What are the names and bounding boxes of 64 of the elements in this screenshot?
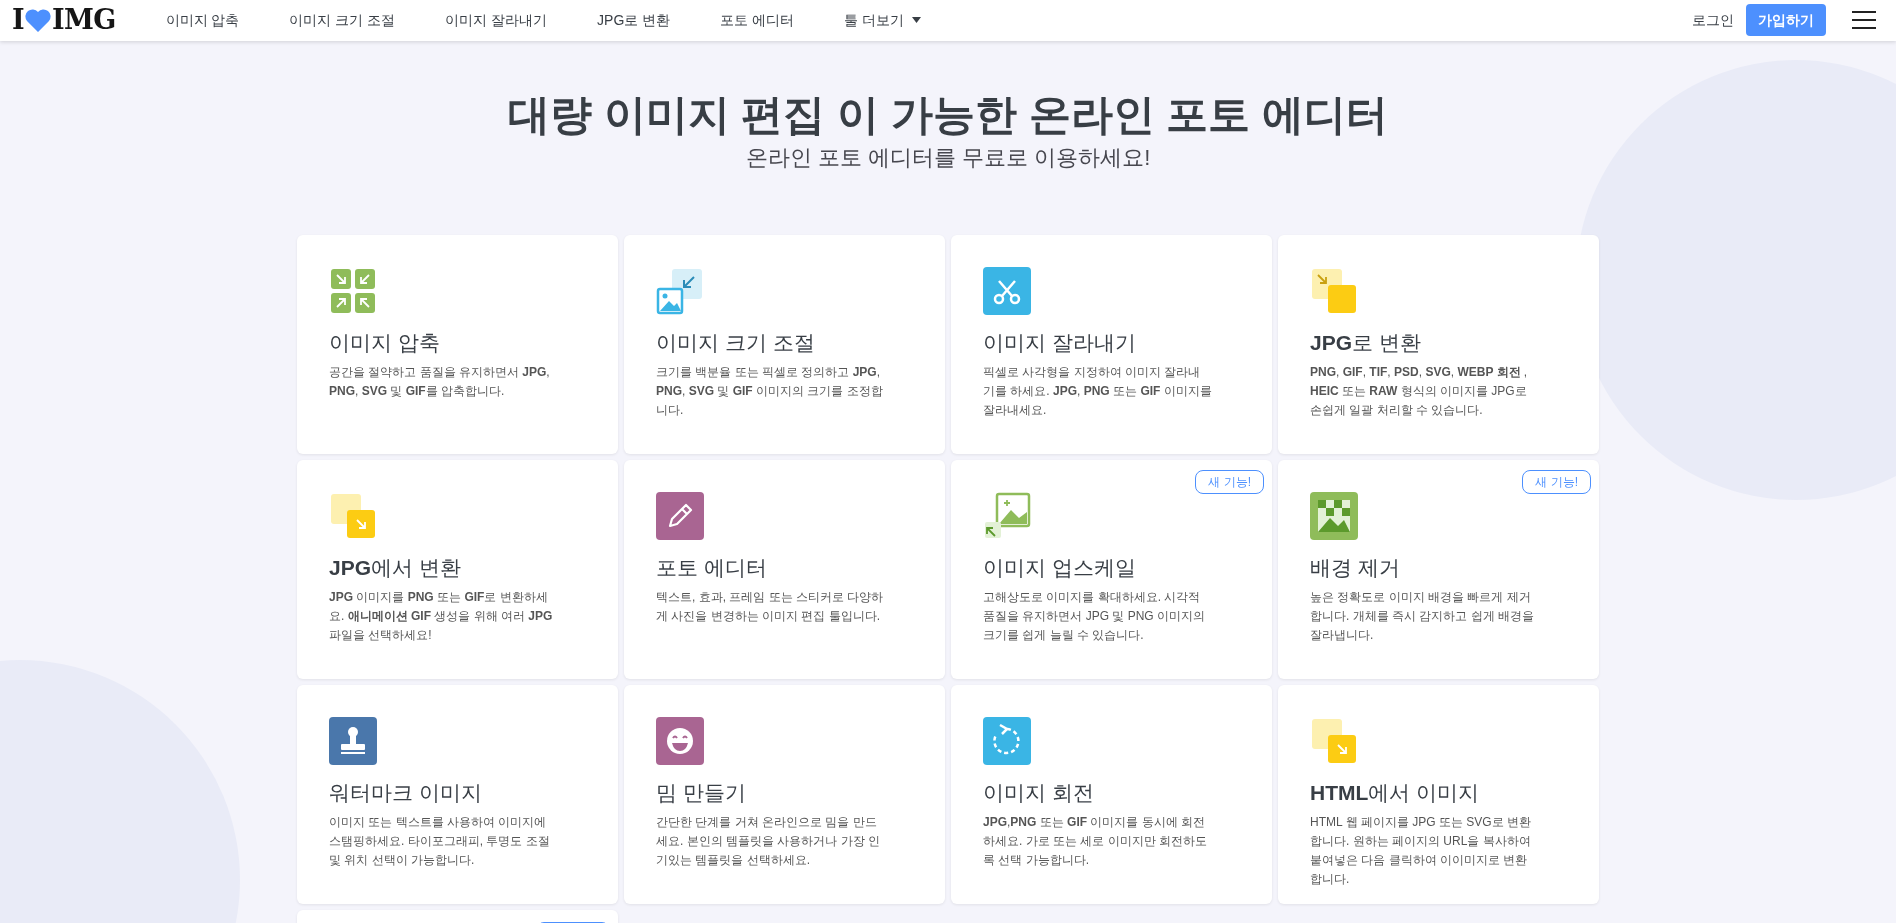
tool-card[interactable]: 새 기능! 이미지 업스케일 고해상도로 이미지를 확대하세요. 시각적 품질을 유지하면서 JPG 및 PNG 이미지의 크기를 쉽게 늘릴 수 있습니다. xyxy=(951,459,1272,679)
card-title: 밈 만들기 xyxy=(656,779,747,806)
card-title: HTML에서 이미지 xyxy=(1310,779,1481,806)
nav-link[interactable]: 툴 더보기 xyxy=(819,9,946,31)
card-description: JPG,PNG 또는 GIF 이미지를 동시에 회전하세요. 가로 또는 세로 이미지만 회전하도록 선택 가능합니다. xyxy=(983,813,1208,869)
card-description: JPG 이미지를 PNG 또는 GIF로 변환하세요. 애니메이션 GIF 생성을 위해 여러 JPG 파일을 선택하세요! xyxy=(329,588,554,644)
nav-link[interactable]: 이미지 압축 xyxy=(140,9,265,31)
card-title: JPG에서 변환 xyxy=(329,554,462,581)
new-badge: 새 기능! xyxy=(1522,469,1591,494)
card-description: 고해상도로 이미지를 확대하세요. 시각적 품질을 유지하면서 JPG 및 PNG 이미지의 크기를 쉽게 늘릴 수 있습니다. xyxy=(983,588,1206,644)
heart-icon xyxy=(23,7,52,34)
card-description: 픽셀로 사각형을 지정하여 이미지 잘라내기를 하세요. JPG, PNG 또는 GIF 이미지를 잘라내세요. xyxy=(983,363,1212,419)
page-subtitle: 온라인 포토 에디터를 무료로 이용하세요! xyxy=(745,143,1151,172)
card-title: 이미지 크기 조절 xyxy=(656,329,816,356)
logo-text: IMG xyxy=(51,3,116,37)
tool-card[interactable]: 이미지 크기 조절 크기를 백분율 또는 픽셀로 정의하고 JPG, PNG, SVG 및 GIF 이미지의 크기를 조정합니다. xyxy=(624,234,945,454)
card-title: 배경 제거 xyxy=(1310,554,1401,581)
tool-card[interactable]: JPG에서 변환 JPG 이미지를 PNG 또는 GIF로 변환하세요. 애니메이션 GIF 생성을 위해 여러 JPG 파일을 선택하세요! xyxy=(297,459,618,679)
card-title: 워터마크 이미지 xyxy=(329,779,483,806)
page-title: 대량 이미지 편집 이 가능한 온라인 포토 에디터 xyxy=(508,89,1388,140)
tool-card[interactable]: 이미지 잘라내기 픽셀로 사각형을 지정하여 이미지 잘라내기를 하세요. JPG, PNG 또는 GIF 이미지를 잘라내세요. xyxy=(951,234,1272,454)
tool-card[interactable]: JPG로 변환 PNG, GIF, TIF, PSD, SVG, WEBP 회전 , HEIC 또는 RAW 형식의 이미지를 JPG로 손쉽게 일괄 처리할 수 있습니다. xyxy=(1278,234,1599,454)
scissors-icon xyxy=(983,266,1031,315)
rotate-icon xyxy=(983,716,1031,765)
image-upscale-icon xyxy=(983,491,1031,540)
card-description: HTML 웹 페이지를 JPG 또는 SVG로 변환합니다. 원하는 페이지의 URL을 복사하여 붙여넣은 다음 클릭하여 이이미지로 변환합니다. xyxy=(1310,813,1532,888)
nav-link[interactable]: 이미지 크기 조절 xyxy=(264,9,421,31)
card-description: 이미지 또는 텍스트를 사용하여 이미지에 스탬핑하세요. 타이포그래피, 투명도 조절 및 위치 선택이 가능합니다. xyxy=(329,813,551,869)
tool-card[interactable]: 밈 만들기 간단한 단계를 거쳐 온라인으로 밈을 만드세요. 본인의 템플릿을 사용하거나 가장 인기있는 템플릿을 선택하세요. xyxy=(624,684,945,904)
logo[interactable]: I IMG xyxy=(12,0,116,41)
tool-card[interactable]: 포토 에디터 텍스트, 효과, 프레임 또는 스티커로 다양하게 사진을 변경하는 이미지 편집 툴입니다. xyxy=(624,459,945,679)
compress-arrows-icon xyxy=(329,266,377,315)
nav-link[interactable]: JPG로 변환 xyxy=(572,9,696,31)
image-background-remove-icon xyxy=(1310,491,1358,540)
login-link[interactable]: 로그인 xyxy=(1692,9,1734,31)
html-convert-icon xyxy=(1310,716,1358,765)
tool-card[interactable]: 이미지 회전 JPG,PNG 또는 GIF 이미지를 동시에 회전하세요. 가로 또는 세로 이미지만 회전하도록 선택 가능합니다. xyxy=(951,684,1272,904)
card-title: 이미지 잘라내기 xyxy=(983,329,1137,356)
card-title: 이미지 압축 xyxy=(329,329,441,356)
new-badge: 새 기능! xyxy=(1195,469,1264,494)
card-description: 크기를 백분율 또는 픽셀로 정의하고 JPG, PNG, SVG 및 GIF 이미지의 크기를 조정합니다. xyxy=(656,363,884,419)
jpg-convert-icon xyxy=(1310,266,1358,315)
card-description: 높은 정확도로 이미지 배경을 빠르게 제거합니다. 개체를 즉시 감지하고 쉽게 배경을 잘라냅니다. xyxy=(1310,588,1535,644)
jpg-convert-icon xyxy=(329,491,377,540)
card-title: JPG로 변환 xyxy=(1310,329,1422,356)
tool-card[interactable]: HTML에서 이미지 HTML 웹 페이지를 JPG 또는 SVG로 변환합니다. 원하는 페이지의 URL을 복사하여 붙여넣은 다음 클릭하여 이이미지로 변환합니다. xyxy=(1278,684,1599,904)
card-description: PNG, GIF, TIF, PSD, SVG, WEBP 회전 , HEIC 또는 RAW 형식의 이미지를 JPG로 손쉽게 일괄 처리할 수 있습니다. xyxy=(1310,363,1529,419)
card-description: 간단한 단계를 거쳐 온라인으로 밈을 만드세요. 본인의 템플릿을 사용하거나 가장 인기있는 템플릿을 선택하세요. xyxy=(656,813,881,869)
card-description: 공간을 절약하고 품질을 유지하면서 JPG, PNG, SVG 및 GIF를 압축합니다. xyxy=(329,363,551,400)
tool-card[interactable]: 새 기능! 배경 제거 높은 정확도로 이미지 배경을 빠르게 제거합니다. 개체를 즉시 감지하고 쉽게 배경을 잘라냅니다. xyxy=(1278,459,1599,679)
tool-card[interactable]: 이미지 압축 공간을 절약하고 품질을 유지하면서 JPG, PNG, SVG 및 GIF를 압축합니다. xyxy=(297,234,618,454)
image-resize-icon xyxy=(656,266,704,315)
tool-card[interactable]: 워터마크 이미지 이미지 또는 텍스트를 사용하여 이미지에 스탬핑하세요. 타이포그래피, 투명도 조절 및 위치 선택이 가능합니다. xyxy=(297,684,618,904)
card-description: 텍스트, 효과, 프레임 또는 스티커로 다양하게 사진을 변경하는 이미지 편집 툴입니다. xyxy=(656,588,885,625)
stamp-icon xyxy=(329,716,377,765)
card-title: 포토 에디터 xyxy=(656,554,768,581)
card-title: 이미지 회전 xyxy=(983,779,1095,806)
smiley-icon xyxy=(656,716,704,765)
nav-link[interactable]: 이미지 잘라내기 xyxy=(420,9,573,31)
card-title: 이미지 업스케일 xyxy=(983,554,1137,581)
menu-icon[interactable] xyxy=(1852,11,1876,30)
nav-link[interactable]: 포토 에디터 xyxy=(695,9,820,31)
logo-text: I xyxy=(12,3,24,37)
pencil-icon xyxy=(656,491,704,540)
